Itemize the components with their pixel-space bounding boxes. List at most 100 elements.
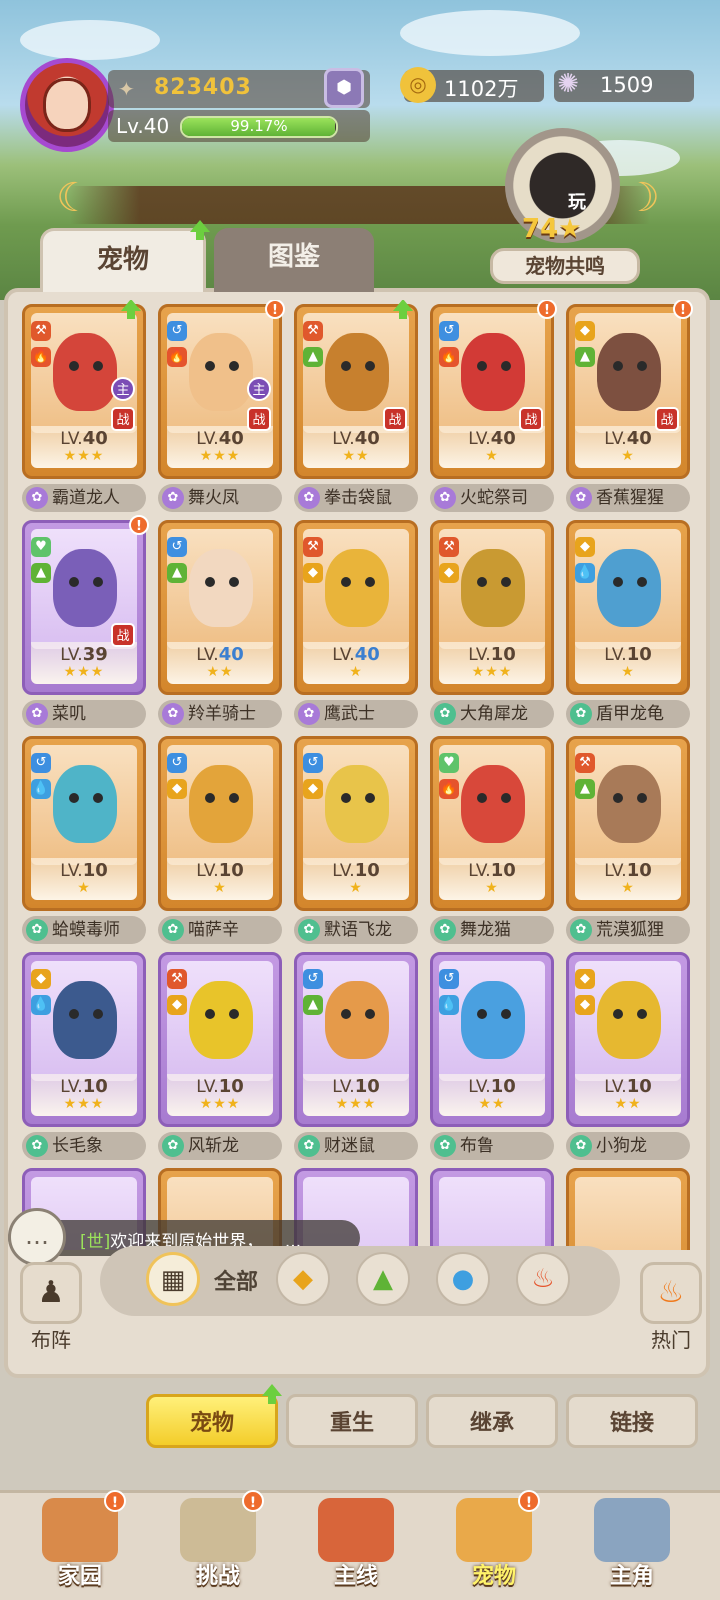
alert-dot-icon: !	[129, 515, 149, 535]
pet-eye	[341, 577, 351, 587]
element-icon: ▲	[167, 563, 187, 583]
pet-card[interactable]: ↺ 💧 LV.10 ★	[22, 736, 146, 911]
paw-icon: ✿	[26, 487, 48, 509]
rank-badge-icon[interactable]: ⬢	[324, 68, 364, 108]
pet-level-box: LV.10 ★	[439, 858, 545, 900]
upgrade-arrow-icon	[190, 220, 210, 240]
nav-label: 挑战	[195, 1564, 240, 1589]
pet-card[interactable]: ⚒ ▲ LV.10 ★	[566, 736, 690, 911]
filter-element-grass-icon[interactable]: ▲	[356, 1252, 410, 1306]
pet-card[interactable]: ⚒ ◆ LV.10 ★★★	[158, 952, 282, 1127]
element-icon: ▲	[303, 347, 323, 367]
paw-icon: ✿	[434, 487, 456, 509]
hot-button[interactable]: ♨ 热门	[640, 1262, 702, 1353]
pet-card[interactable]: ↺ ◆ LV.10 ★	[294, 736, 418, 911]
pet-eye	[341, 793, 351, 803]
pet-card[interactable]: ↺ ◆ LV.10 ★	[158, 736, 282, 911]
pet-eye	[205, 577, 215, 587]
pet-eye	[613, 1009, 623, 1019]
formation-button[interactable]: ♟ 布阵	[20, 1262, 82, 1353]
tab-codex[interactable]: 图鉴	[214, 228, 374, 292]
power-value: 823403	[154, 75, 252, 100]
horn-left-icon: ☾	[56, 175, 92, 221]
pet-resonance-button[interactable]: 玩 74★ 宠物共鸣	[490, 128, 640, 288]
pet-card[interactable]: ⚒ 🔥 LV.40 ★★★ 主战	[22, 300, 146, 479]
pet-card[interactable]	[566, 1168, 690, 1250]
pet-name-label: ✿ 长毛象	[22, 1132, 146, 1160]
pet-card[interactable]: ↺ 🔥 LV.40 ★ 战!	[430, 300, 557, 479]
formation-icon: ♟	[20, 1262, 82, 1324]
pet-card[interactable]: ◆ ▲ LV.40 ★ 战!	[566, 300, 693, 479]
wing-icon: ✦	[118, 77, 135, 101]
alert-dot-icon: !	[265, 300, 285, 319]
pet-stars: ★	[213, 880, 227, 896]
pet-name-label: ✿ 蛤蟆毒师	[22, 916, 146, 944]
tab-pets[interactable]: 宠物	[40, 228, 206, 292]
pet-stars: ★★	[478, 1096, 506, 1112]
pet-eye	[613, 793, 623, 803]
pet-name-label: ✿ 拳击袋鼠	[294, 484, 418, 512]
pet-figure	[53, 765, 117, 843]
player-avatar[interactable]	[20, 58, 114, 152]
pet-card[interactable]: ♥ ▲ LV.39 ★★★ 战!	[22, 515, 149, 695]
pet-card[interactable]: ⚒ ◆ LV.40 ★	[294, 520, 418, 695]
pet-eye	[637, 361, 647, 371]
nav-hero[interactable]: 主角	[572, 1490, 692, 1600]
paw-icon: ✿	[26, 703, 48, 725]
filter-element-fire-icon[interactable]: ♨	[516, 1252, 570, 1306]
pet-level-box: LV.10 ★★★	[167, 1074, 273, 1116]
pet-card[interactable]: ↺ ▲ LV.40 ★★	[158, 520, 282, 695]
nav-home[interactable]: 家园!	[20, 1490, 140, 1600]
filter-element-earth-icon[interactable]: ◆	[276, 1252, 330, 1306]
pet-card[interactable]: ↺ 💧 LV.10 ★★	[430, 952, 554, 1127]
nav-pets[interactable]: 宠物!	[434, 1490, 554, 1600]
chat-bubble-icon: …	[8, 1208, 66, 1266]
pet-portrait	[575, 1177, 681, 1250]
pet-card[interactable]: ♥ 🔥 LV.10 ★	[430, 736, 554, 911]
battle-badge: 战	[111, 407, 135, 431]
upgrade-arrow-icon	[121, 300, 141, 319]
filter-all-button[interactable]: ▦	[146, 1252, 200, 1306]
pet-card[interactable]: ↺ 🔥 LV.40 ★★★ 主战!	[158, 300, 285, 479]
pet-figure	[325, 549, 389, 627]
paw-icon: ✿	[26, 1135, 48, 1157]
element-icon: ▲	[575, 347, 595, 367]
nav-mainline[interactable]: 主线	[296, 1490, 416, 1600]
action-reborn-button[interactable]: 重生	[286, 1394, 418, 1448]
paw-icon: ✿	[434, 703, 456, 725]
pet-stars: ★	[621, 880, 635, 896]
element-icon: ⚒	[575, 753, 595, 773]
element-icon: ◆	[575, 321, 595, 341]
filter-element-water-icon[interactable]: ●	[436, 1252, 490, 1306]
alert-dot-icon: !	[673, 300, 693, 319]
shell-counter[interactable]: ✺ 1509	[554, 69, 694, 102]
pet-card[interactable]	[430, 1168, 554, 1250]
element-icon: 🔥	[167, 347, 187, 367]
pet-level-box: LV.40 ★	[303, 642, 409, 684]
nav-challenge[interactable]: 挑战!	[158, 1490, 278, 1600]
main-badge: 主	[111, 377, 135, 401]
pet-card[interactable]: ◆ 💧 LV.10 ★	[566, 520, 690, 695]
gold-value: 1102万	[444, 77, 519, 101]
paw-icon: ✿	[570, 919, 592, 941]
action-inherit-button[interactable]: 继承	[426, 1394, 558, 1448]
pet-name-label: ✿ 鹰武士	[294, 700, 418, 728]
pet-stars: ★★★	[471, 664, 513, 680]
pet-name-label: ✿ 财迷鼠	[294, 1132, 418, 1160]
pet-eye	[229, 1009, 239, 1019]
pet-eye	[477, 793, 487, 803]
pet-card[interactable]: ⚒ ◆ LV.10 ★★★	[430, 520, 554, 695]
pet-card[interactable]: ⚒ ▲ LV.40 ★★ 战	[294, 300, 418, 479]
pet-name-label: ✿ 羚羊骑士	[158, 700, 282, 728]
pet-level: LV.10	[468, 860, 516, 881]
action-link-button[interactable]: 链接	[566, 1394, 698, 1448]
pet-card[interactable]: ◆ 💧 LV.10 ★★★	[22, 952, 146, 1127]
pet-stars: ★★★	[199, 448, 241, 464]
pet-eye	[229, 577, 239, 587]
pet-portrait	[439, 1177, 545, 1250]
gold-counter[interactable]: ◎ 1102万	[400, 67, 544, 103]
pet-card[interactable]: ◆ ◆ LV.10 ★★	[566, 952, 690, 1127]
alert-dot-icon: !	[242, 1490, 264, 1512]
action-pet-button[interactable]: 宠物	[146, 1394, 278, 1448]
pet-card[interactable]: ↺ ▲ LV.10 ★★★	[294, 952, 418, 1127]
